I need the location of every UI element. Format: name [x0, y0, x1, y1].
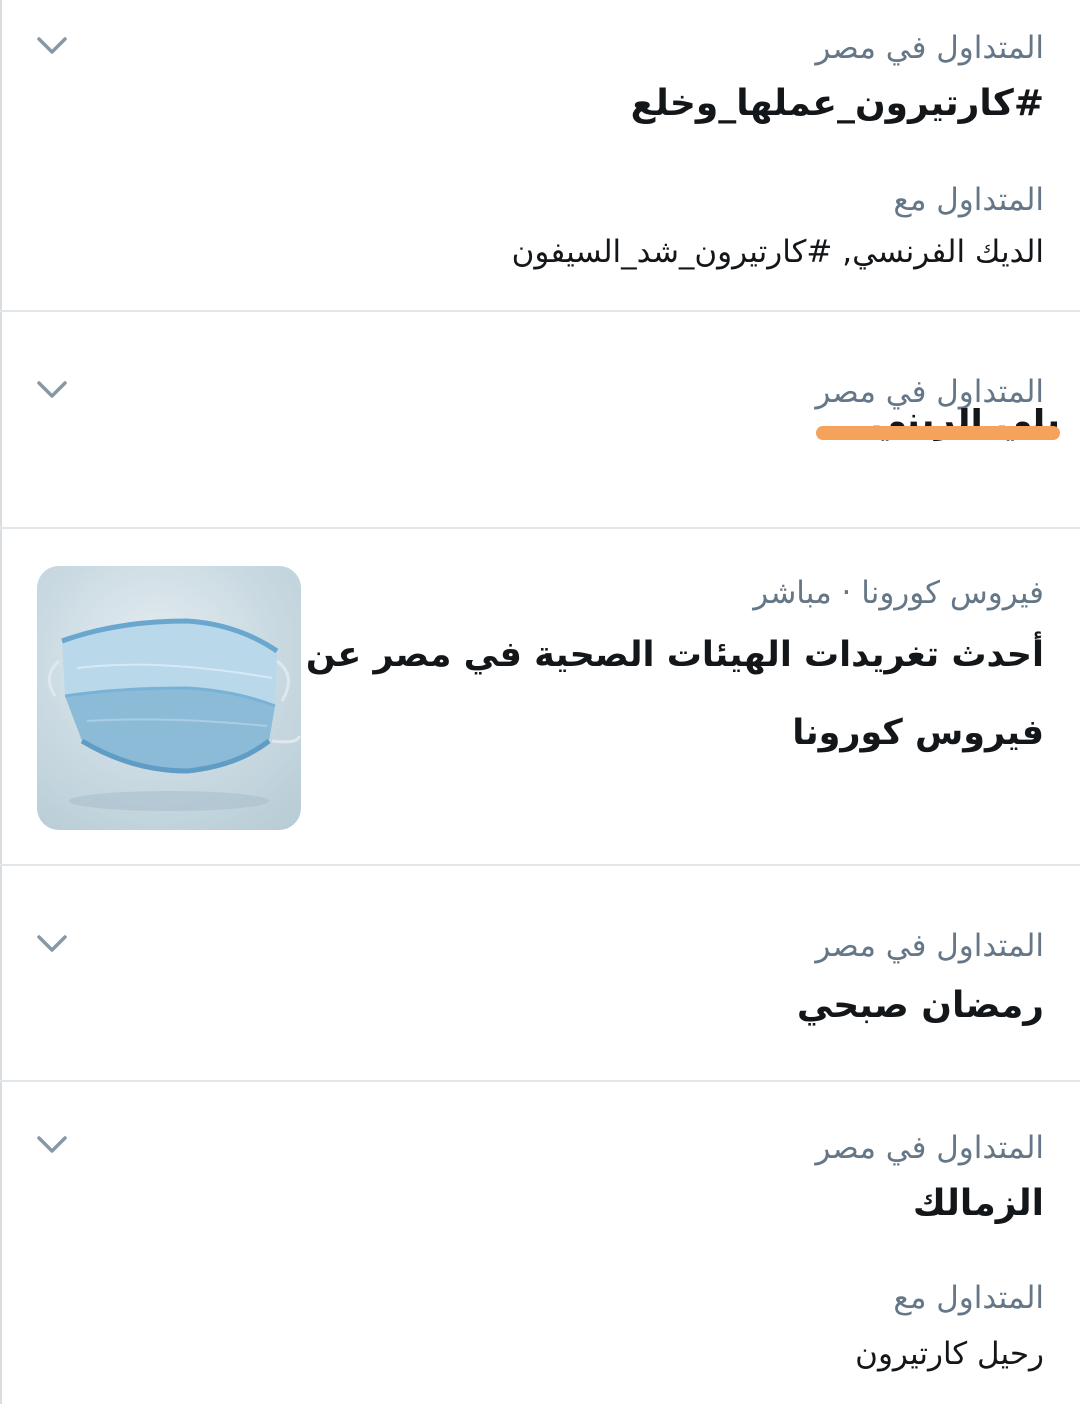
trending-with-label: المتداول مع [893, 182, 1044, 218]
news-title-line-1: أحدث تغريدات الهيئات الصحية في مصر عن [305, 635, 1044, 675]
trend-item[interactable]: المتداول في مصر يلي الريني [0, 312, 1080, 527]
trend-item[interactable]: المتداول في مصر الزمالك المتداول مع رحيل… [0, 1082, 1080, 1404]
face-mask-image [37, 566, 301, 830]
trend-title: الزمالك [912, 1183, 1044, 1224]
chevron-down-icon[interactable] [36, 1135, 68, 1155]
trend-context: المتداول في مصر [815, 30, 1044, 66]
trend-context: المتداول في مصر [815, 928, 1044, 964]
redaction-mark [816, 426, 1060, 440]
trend-context: المتداول في مصر [815, 1130, 1044, 1166]
news-trend-item[interactable]: فيروس كورونا · مباشر أحدث تغريدات الهيئا… [0, 529, 1080, 864]
trend-context: المتداول في مصر [815, 374, 1044, 410]
face-mask-illustration [47, 618, 301, 811]
trend-item[interactable]: المتداول في مصر رمضان صبحي [0, 866, 1080, 1080]
trends-list: المتداول في مصر #كارتيرون_عملها_وخلع الم… [0, 0, 1080, 1404]
trending-with-label: المتداول مع [893, 1280, 1044, 1316]
chevron-down-icon[interactable] [36, 36, 68, 56]
trend-title: رمضان صبحي [796, 985, 1044, 1026]
trend-context: فيروس كورونا · مباشر [753, 575, 1044, 611]
chevron-down-icon[interactable] [36, 380, 68, 400]
news-title-line-2: فيروس كورونا [792, 713, 1044, 753]
trending-with-value[interactable]: الديك الفرنسي, #كارتيرون_شد_السيفون [512, 232, 1044, 272]
trend-item[interactable]: المتداول في مصر #كارتيرون_عملها_وخلع الم… [0, 0, 1080, 310]
redacted-trend-title: يلي الريني [816, 408, 1060, 446]
trending-with-value[interactable]: رحيل كارتيرون [855, 1334, 1044, 1374]
trend-title: #كارتيرون_عملها_وخلع [630, 83, 1044, 124]
chevron-down-icon[interactable] [36, 934, 68, 954]
